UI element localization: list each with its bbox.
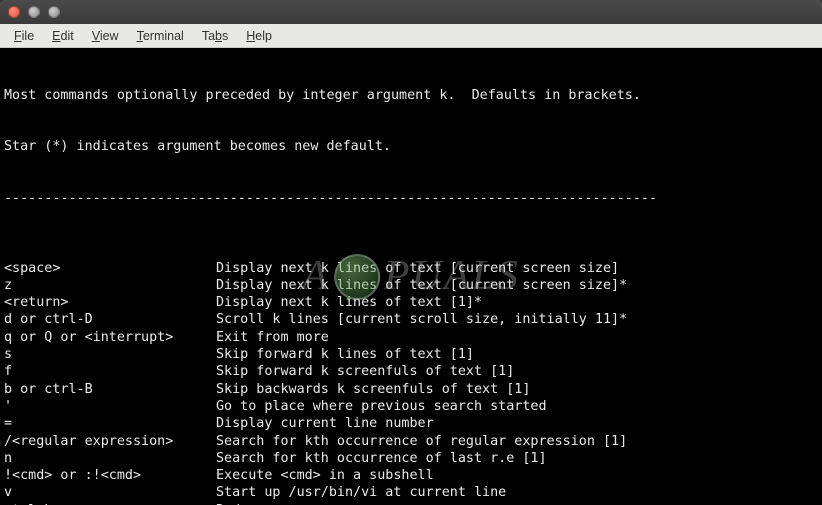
help-key: !<cmd> or :!<cmd> [4, 467, 216, 484]
help-row: d or ctrl-DScroll k lines [current scrol… [4, 311, 818, 328]
help-row: vStart up /usr/bin/vi at current line [4, 484, 818, 501]
help-desc: Execute <cmd> in a subshell [216, 467, 818, 484]
help-table: <space>Display next k lines of text [cur… [4, 260, 818, 505]
menubar: FFileile Edit View Terminal Tabs Help [0, 24, 822, 48]
help-key: ' [4, 398, 216, 415]
help-row: 'Go to place where previous search start… [4, 398, 818, 415]
help-desc: Search for kth occurrence of last r.e [1… [216, 450, 818, 467]
help-row: nSearch for kth occurrence of last r.e [… [4, 450, 818, 467]
help-desc: Start up /usr/bin/vi at current line [216, 484, 818, 501]
help-key: s [4, 346, 216, 363]
intro-line-1: Most commands optionally preceded by int… [4, 87, 818, 104]
help-key: <return> [4, 294, 216, 311]
help-row: b or ctrl-BSkip backwards k screenfuls o… [4, 381, 818, 398]
help-desc: Search for kth occurrence of regular exp… [216, 433, 818, 450]
help-desc: Display next k lines of text [current sc… [216, 260, 818, 277]
help-key: <space> [4, 260, 216, 277]
help-desc: Display next k lines of text [1]* [216, 294, 818, 311]
help-desc: Display current line number [216, 415, 818, 432]
help-key: /<regular expression> [4, 433, 216, 450]
help-row: <space>Display next k lines of text [cur… [4, 260, 818, 277]
close-icon[interactable] [8, 6, 20, 18]
minimize-icon[interactable] [28, 6, 40, 18]
help-key: d or ctrl-D [4, 311, 216, 328]
help-desc: Skip forward k lines of text [1] [216, 346, 818, 363]
intro-line-2: Star (*) indicates argument becomes new … [4, 138, 818, 155]
menu-help[interactable]: Help [238, 27, 280, 45]
terminal-window: FFileile Edit View Terminal Tabs Help Mo… [0, 0, 822, 505]
help-desc: Skip backwards k screenfuls of text [1] [216, 381, 818, 398]
menu-view[interactable]: View [84, 27, 127, 45]
help-row: zDisplay next k lines of text [current s… [4, 277, 818, 294]
help-desc: Skip forward k screenfuls of text [1] [216, 363, 818, 380]
help-key: f [4, 363, 216, 380]
help-key: n [4, 450, 216, 467]
help-key: v [4, 484, 216, 501]
help-desc: Display next k lines of text [current sc… [216, 277, 818, 294]
titlebar [0, 0, 822, 24]
menu-tabs[interactable]: Tabs [194, 27, 236, 45]
help-row: =Display current line number [4, 415, 818, 432]
terminal-viewport[interactable]: Most commands optionally preceded by int… [0, 48, 822, 505]
help-key: z [4, 277, 216, 294]
help-desc: Exit from more [216, 329, 818, 346]
separator-top: ----------------------------------------… [4, 190, 818, 207]
help-row: /<regular expression>Search for kth occu… [4, 433, 818, 450]
help-desc: Scroll k lines [current scroll size, ini… [216, 311, 818, 328]
help-row: <return>Display next k lines of text [1]… [4, 294, 818, 311]
help-key: b or ctrl-B [4, 381, 216, 398]
menu-edit[interactable]: Edit [44, 27, 82, 45]
help-row: fSkip forward k screenfuls of text [1] [4, 363, 818, 380]
help-row: !<cmd> or :!<cmd>Execute <cmd> in a subs… [4, 467, 818, 484]
help-key: = [4, 415, 216, 432]
help-desc: Go to place where previous search starte… [216, 398, 818, 415]
menu-terminal[interactable]: Terminal [129, 27, 192, 45]
menu-file[interactable]: FFileile [6, 27, 42, 45]
help-row: sSkip forward k lines of text [1] [4, 346, 818, 363]
maximize-icon[interactable] [48, 6, 60, 18]
help-row: q or Q or <interrupt>Exit from more [4, 329, 818, 346]
help-key: q or Q or <interrupt> [4, 329, 216, 346]
